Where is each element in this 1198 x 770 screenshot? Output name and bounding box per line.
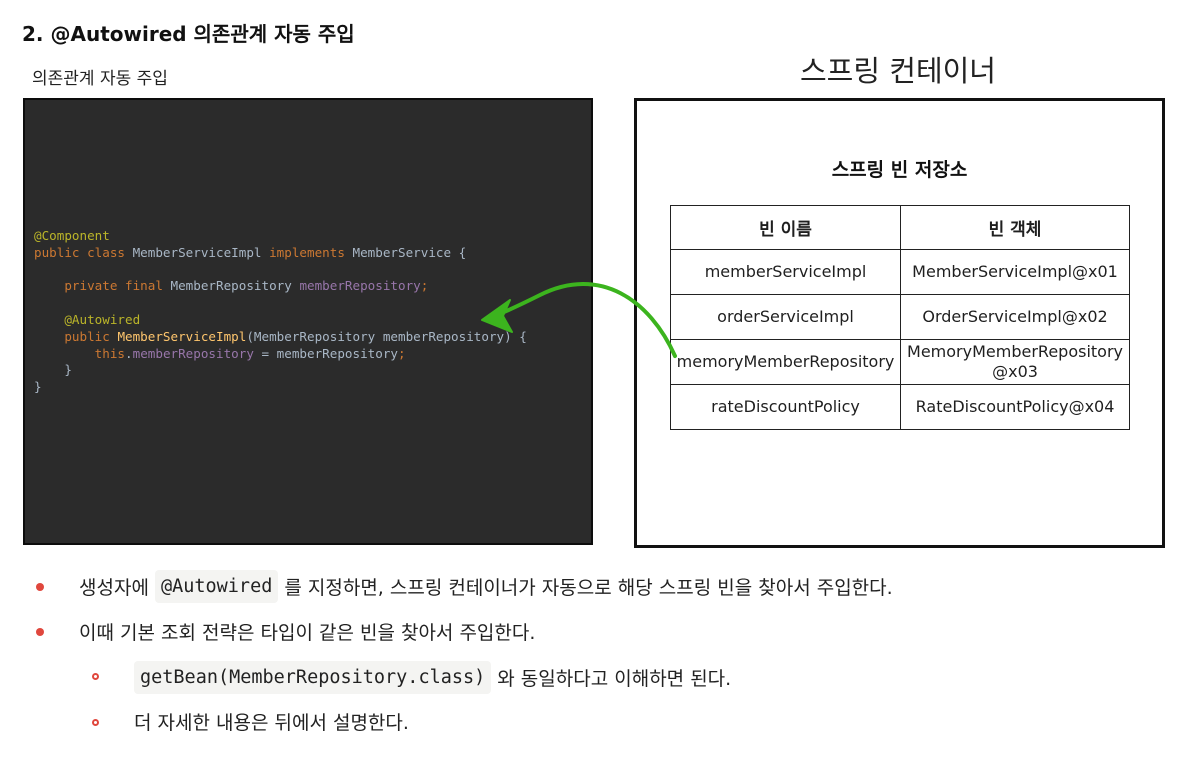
code-assign-value: = memberRepository — [253, 345, 398, 361]
code-assign-field: memberRepository — [132, 345, 254, 361]
table-row: orderServiceImpl OrderServiceImpl@x02 — [669, 294, 1130, 340]
list-item: 생성자에 @Autowired 를 지정하면, 스프링 컨테이너가 자동으로 해… — [79, 570, 893, 603]
bean-object-cell: MemoryMemberRepository @x03 — [900, 339, 1130, 385]
autowired-inline-code: @Autowired — [154, 570, 279, 603]
bean-object-header: 빈 객체 — [900, 205, 1130, 250]
spring-container-box: 스프링 빈 저장소 빈 이름 빈 객체 memberServiceImpl Me… — [634, 98, 1165, 548]
table-row: memoryMemberRepository MemoryMemberRepos… — [669, 339, 1130, 385]
bean-object-cell: MemberServiceImpl@x01 — [900, 249, 1130, 295]
code-ctor-params: (MemberRepository memberRepository) { — [246, 328, 527, 344]
bean-object-cell: OrderServiceImpl@x02 — [900, 294, 1130, 340]
code-field-name: memberRepository — [299, 278, 421, 294]
code-class-keywords: public class — [34, 244, 125, 260]
code-autowired-annotation: @Autowired — [64, 311, 141, 327]
code-ctor-modifier: public — [64, 328, 110, 344]
bean-table: 빈 이름 빈 객체 memberServiceImpl MemberServic… — [669, 205, 1130, 430]
list-item: 이때 기본 조회 전략은 타입이 같은 빈을 찾아서 주입한다. — [79, 618, 535, 645]
diagram-subtitle: 의존관계 자동 주입 — [32, 69, 168, 89]
list-item: 더 자세한 내용은 뒤에서 설명한다. — [134, 708, 409, 735]
code-field-type: MemberRepository — [170, 278, 292, 294]
code-class-close: } — [34, 379, 42, 395]
bean-name-cell: orderServiceImpl — [669, 294, 902, 340]
code-semicolon: ; — [420, 278, 429, 294]
code-block: @Component public class MemberServiceImp… — [34, 228, 527, 396]
section-heading: 2. @Autowired 의존관계 자동 주입 — [22, 22, 355, 46]
bullet-text: 를 지정하면, 스프링 컨테이너가 자동으로 해당 스프링 빈을 찾아서 주입한… — [284, 577, 893, 599]
bean-name-cell: rateDiscountPolicy — [669, 384, 902, 430]
list-item: getBean(MemberRepository.class) 와 동일하다고 … — [134, 661, 731, 694]
code-this-keyword: this — [94, 345, 126, 361]
bullet-dot — [36, 583, 44, 591]
code-ctor-close: } — [64, 362, 72, 378]
sub-bullet-text: 와 동일하다고 이해하면 된다. — [497, 668, 732, 690]
code-dot: . — [125, 345, 133, 361]
bean-name-cell: memberServiceImpl — [669, 249, 902, 295]
table-row: memberServiceImpl MemberServiceImpl@x01 — [669, 249, 1130, 295]
sub-bullet-ring — [92, 673, 99, 680]
bean-table-header-row: 빈 이름 빈 객체 — [669, 205, 1130, 250]
code-component-annotation: @Component — [34, 228, 110, 243]
spring-container-title: 스프링 컨테이너 — [800, 54, 996, 88]
bean-name-header: 빈 이름 — [669, 205, 902, 250]
code-interface-name: MemberService { — [352, 244, 467, 260]
bullet-text: 이때 기본 조회 전략은 타입이 같은 빈을 찾아서 주입한다. — [79, 622, 536, 644]
code-class-name: MemberServiceImpl — [132, 244, 262, 260]
code-panel: @Component public class MemberServiceImp… — [23, 98, 593, 545]
bullet-dot — [36, 628, 44, 636]
code-ctor-name: MemberServiceImpl — [117, 328, 247, 344]
code-field-modifiers: private final — [64, 278, 163, 294]
sub-bullet-ring — [92, 719, 99, 726]
bean-object-cell: RateDiscountPolicy@x04 — [900, 384, 1130, 430]
getbean-inline-code: getBean(MemberRepository.class) — [134, 661, 492, 694]
bean-store-title: 스프링 빈 저장소 — [831, 159, 968, 181]
bean-name-cell: memoryMemberRepository — [669, 339, 902, 385]
code-semicolon: ; — [398, 345, 406, 361]
table-row: rateDiscountPolicy RateDiscountPolicy@x0… — [669, 384, 1130, 430]
sub-bullet-text: 더 자세한 내용은 뒤에서 설명한다. — [134, 712, 409, 734]
bullet-prefix: 생성자에 — [79, 577, 149, 599]
code-implements-keyword: implements — [269, 244, 345, 260]
